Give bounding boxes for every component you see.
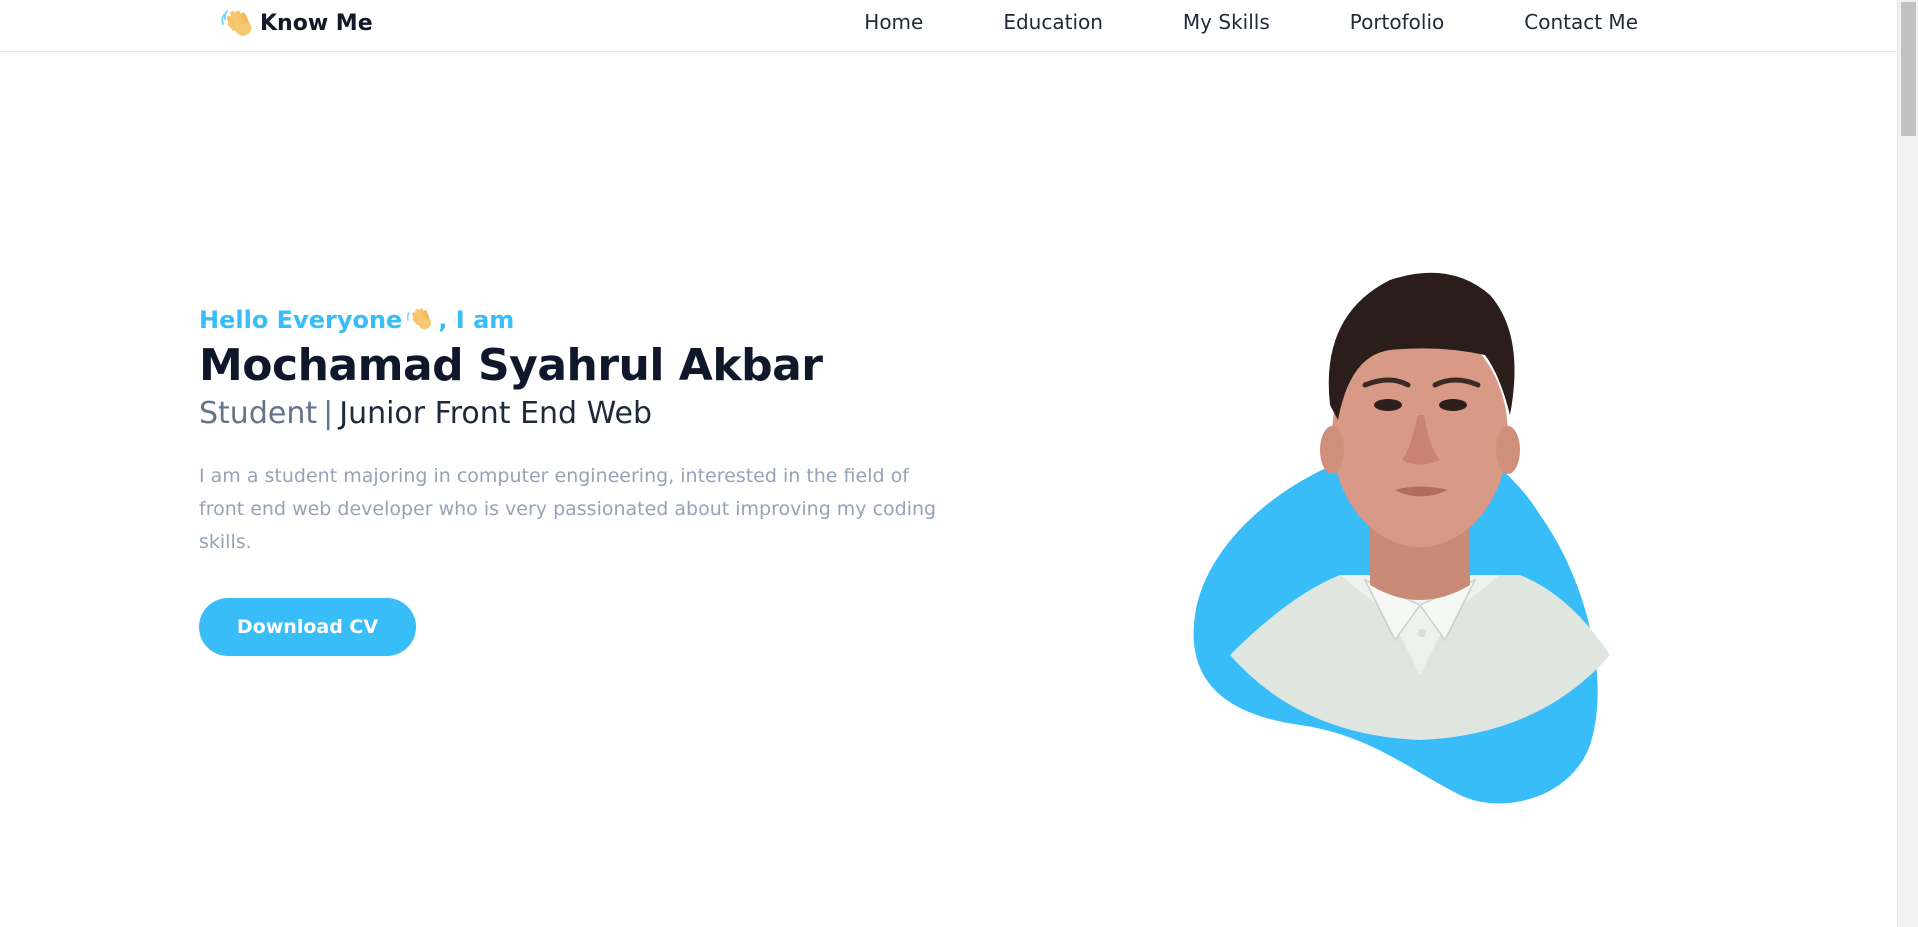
role-separator: | [323,396,334,431]
nav-link-skills[interactable]: My Skills [1183,10,1270,34]
navbar: Know Me Home Education My Skills Portofo… [0,0,1897,52]
scrollbar-thumb[interactable] [1901,2,1916,136]
greeting-text: Hello Everyone [199,306,403,334]
brand-link[interactable]: Know Me [220,6,373,40]
nav-link-contact[interactable]: Contact Me [1524,10,1638,34]
hero-description: I am a student majoring in computer engi… [199,465,937,553]
hero-greeting: Hello Everyone , I am [199,302,959,338]
role-primary: Student [199,396,318,431]
profile-photo [1193,272,1610,804]
role-secondary: Junior Front End Web [339,396,653,431]
brand-name: Know Me [260,10,373,36]
waving-hand-icon [407,308,432,330]
nav-item-education: Education [1003,9,1103,35]
hero-role: Student | Junior Front End Web [199,394,959,434]
nav-menu: Home Education My Skills Portofolio Cont… [864,9,1638,35]
nav-item-portfolio: Portofolio [1350,9,1445,35]
nav-link-portfolio[interactable]: Portofolio [1350,10,1445,34]
nav-item-home: Home [864,9,923,35]
page: Know Me Home Education My Skills Portofo… [0,0,1918,927]
nav-item-skills: My Skills [1183,9,1270,35]
hero-name: Mochamad Syahrul Akbar [199,340,823,391]
greeting-suffix: , I am [438,306,515,334]
hero-section: Hello Everyone , I am Mochamad Syahrul A… [199,302,959,656]
page-scrollbar[interactable] [1897,0,1918,927]
nav-item-contact: Contact Me [1524,9,1638,35]
nav-link-home[interactable]: Home [864,10,923,34]
waving-hand-icon [221,10,252,36]
download-cv-button[interactable]: Download CV [199,598,416,656]
nav-link-education[interactable]: Education [1003,10,1103,34]
